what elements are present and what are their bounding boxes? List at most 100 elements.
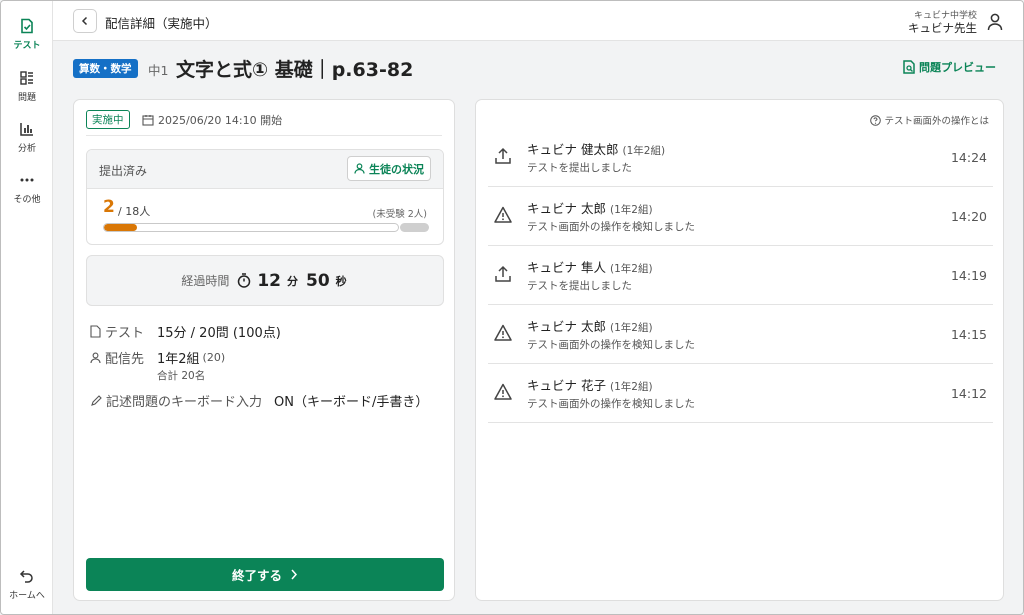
home-label: ホームへ bbox=[9, 591, 45, 601]
log-time: 14:15 bbox=[950, 327, 987, 342]
student-status-button[interactable]: 生徒の状況 bbox=[347, 156, 431, 181]
document-icon bbox=[90, 325, 101, 338]
log-student: キュビナ 花子 (1年2組) bbox=[527, 375, 653, 394]
log-student-name: キュビナ 花子 bbox=[527, 378, 606, 393]
end-test-button[interactable]: 終了する bbox=[86, 558, 444, 591]
total-count: / 18人 bbox=[118, 205, 151, 218]
submission-header: 提出済み 生徒の状況 bbox=[87, 150, 443, 189]
app-frame: テスト 問題 分析 その他 ホームへ 配信詳細（実施中） キュビナ中学校 キュビ… bbox=[0, 0, 1024, 615]
delivery-info-card: 実施中 2025/06/20 14:10 開始 提出済み 生徒の状況 2 / 1… bbox=[73, 99, 455, 601]
keyboard-input-label-text: 記述問題のキーボード入力 bbox=[106, 395, 263, 410]
log-time: 14:20 bbox=[950, 209, 987, 224]
log-student: キュビナ 健太郎 (1年2組) bbox=[527, 139, 665, 158]
log-message: テストを提出しました bbox=[527, 162, 632, 174]
log-student-name: キュビナ 太郎 bbox=[527, 201, 606, 216]
test-label-text: テスト bbox=[105, 326, 145, 341]
return-arrow-icon bbox=[19, 570, 33, 583]
warning-icon bbox=[494, 383, 512, 400]
header-title: 配信詳細（実施中） bbox=[105, 16, 218, 31]
bar-chart-icon bbox=[20, 123, 33, 136]
upload-icon bbox=[495, 265, 511, 282]
sidebar-item-questions[interactable]: 問題 bbox=[1, 70, 53, 103]
log-student-class: (1年2組) bbox=[609, 322, 653, 334]
chevron-right-icon bbox=[291, 569, 298, 580]
upload-icon bbox=[495, 147, 511, 164]
log-student-class: (1年2組) bbox=[622, 145, 666, 157]
help-circle-icon bbox=[870, 114, 882, 126]
elapsed-label: 経過時間 bbox=[181, 274, 230, 288]
back-button[interactable] bbox=[73, 9, 97, 33]
log-student: キュビナ 太郎 (1年2組) bbox=[527, 316, 653, 335]
destination-total: 合計 20名 bbox=[157, 370, 206, 382]
log-student: キュビナ 隼人 (1年2組) bbox=[527, 257, 653, 276]
keyboard-input-value: ON（キーボード/手書き） bbox=[274, 395, 429, 410]
log-item: キュビナ 太郎 (1年2組) テスト画面外の操作を検知しました 14:20 bbox=[488, 187, 993, 246]
sidebar-item-analysis[interactable]: 分析 bbox=[1, 121, 53, 154]
preview-label: 問題プレビュー bbox=[919, 61, 996, 74]
file-search-icon bbox=[903, 60, 915, 74]
sidebar-item-test[interactable]: テスト bbox=[1, 18, 53, 51]
sidebar-item-label: テスト bbox=[13, 41, 41, 51]
test-info-row: テスト 15分 / 20問 (100点) bbox=[90, 322, 281, 341]
log-item: キュビナ 花子 (1年2組) テスト画面外の操作を検知しました 14:12 bbox=[488, 364, 993, 423]
sidebar-item-label: 問題 bbox=[17, 93, 36, 103]
log-student-class: (1年2組) bbox=[609, 204, 653, 216]
destination-label-text: 配信先 bbox=[105, 352, 145, 367]
stopwatch-icon bbox=[238, 273, 251, 288]
sidebar-item-label: その他 bbox=[13, 195, 41, 205]
destination-label: 配信先 bbox=[90, 348, 157, 367]
log-item: キュビナ 隼人 (1年2組) テストを提出しました 14:19 bbox=[488, 246, 993, 305]
log-student-name: キュビナ 隼人 bbox=[527, 260, 606, 275]
calendar-icon bbox=[142, 115, 154, 126]
test-info-label: テスト bbox=[90, 322, 157, 341]
elapsed-minutes: 12 bbox=[257, 270, 281, 291]
chevron-left-icon bbox=[81, 16, 88, 26]
home-button[interactable]: ホームへ bbox=[1, 568, 53, 601]
question-preview-button[interactable]: 問題プレビュー bbox=[903, 59, 996, 75]
help-link[interactable]: テスト画面外の操作とは bbox=[870, 113, 989, 127]
end-button-label: 終了する bbox=[231, 568, 282, 583]
start-date: 2025/06/20 14:10 開始 bbox=[142, 112, 282, 128]
log-time: 14:19 bbox=[950, 268, 987, 283]
status-badge: 実施中 bbox=[86, 110, 130, 129]
log-item: キュビナ 健太郎 (1年2組) テストを提出しました 14:24 bbox=[488, 128, 993, 187]
seconds-unit: 秒 bbox=[335, 274, 347, 288]
destination-row: 配信先 1年2組 (20) bbox=[90, 348, 225, 367]
more-dots-icon bbox=[20, 178, 34, 182]
destination-count: (20) bbox=[202, 351, 226, 364]
page-title: 文字と式① 基礎｜p.63-82 bbox=[176, 59, 414, 81]
sidebar-item-label: 分析 bbox=[17, 144, 36, 154]
log-item: キュビナ 太郎 (1年2組) テスト画面外の操作を検知しました 14:15 bbox=[488, 305, 993, 364]
progress-fill bbox=[104, 224, 137, 231]
log-time: 14:24 bbox=[950, 150, 987, 165]
log-message: テスト画面外の操作を検知しました bbox=[527, 339, 695, 351]
start-date-text: 2025/06/20 14:10 開始 bbox=[158, 114, 283, 127]
log-time: 14:12 bbox=[950, 386, 987, 401]
log-student: キュビナ 太郎 (1年2組) bbox=[527, 198, 653, 217]
subject-badge: 算数・数学 bbox=[73, 59, 138, 78]
log-message: テストを提出しました bbox=[527, 280, 632, 292]
test-info-value: 15分 / 20問 (100点) bbox=[157, 326, 281, 341]
top-bar: 配信詳細（実施中） キュビナ中学校 キュビナ先生 bbox=[53, 1, 1023, 41]
keyboard-input-row: 記述問題のキーボード入力 ON（キーボード/手書き） bbox=[90, 391, 428, 410]
pencil-icon bbox=[91, 394, 102, 406]
warning-icon bbox=[494, 206, 512, 223]
log-student-name: キュビナ 太郎 bbox=[527, 319, 606, 334]
log-student-name: キュビナ 健太郎 bbox=[527, 142, 619, 157]
person-icon bbox=[90, 352, 101, 363]
submission-panel: 提出済み 生徒の状況 2 / 18人 (未受験 2人) bbox=[86, 149, 444, 245]
pending-bar bbox=[400, 223, 429, 232]
minutes-unit: 分 bbox=[287, 274, 298, 288]
log-message: テスト画面外の操作を検知しました bbox=[527, 221, 695, 233]
destination-value: 1年2組 bbox=[157, 352, 200, 367]
question-list-icon bbox=[20, 71, 33, 85]
teacher-name: キュビナ先生 bbox=[908, 21, 977, 35]
grade-label: 中1 bbox=[148, 63, 169, 78]
user-icon[interactable] bbox=[987, 13, 1003, 31]
submitted-count: 2 bbox=[103, 197, 115, 217]
pending-count: (未受験 2人) bbox=[372, 209, 427, 220]
help-link-text: テスト画面外の操作とは bbox=[884, 116, 989, 127]
sidebar-item-other[interactable]: その他 bbox=[1, 172, 53, 205]
sidebar: テスト 問題 分析 その他 ホームへ bbox=[1, 1, 53, 614]
person-icon bbox=[354, 163, 365, 174]
